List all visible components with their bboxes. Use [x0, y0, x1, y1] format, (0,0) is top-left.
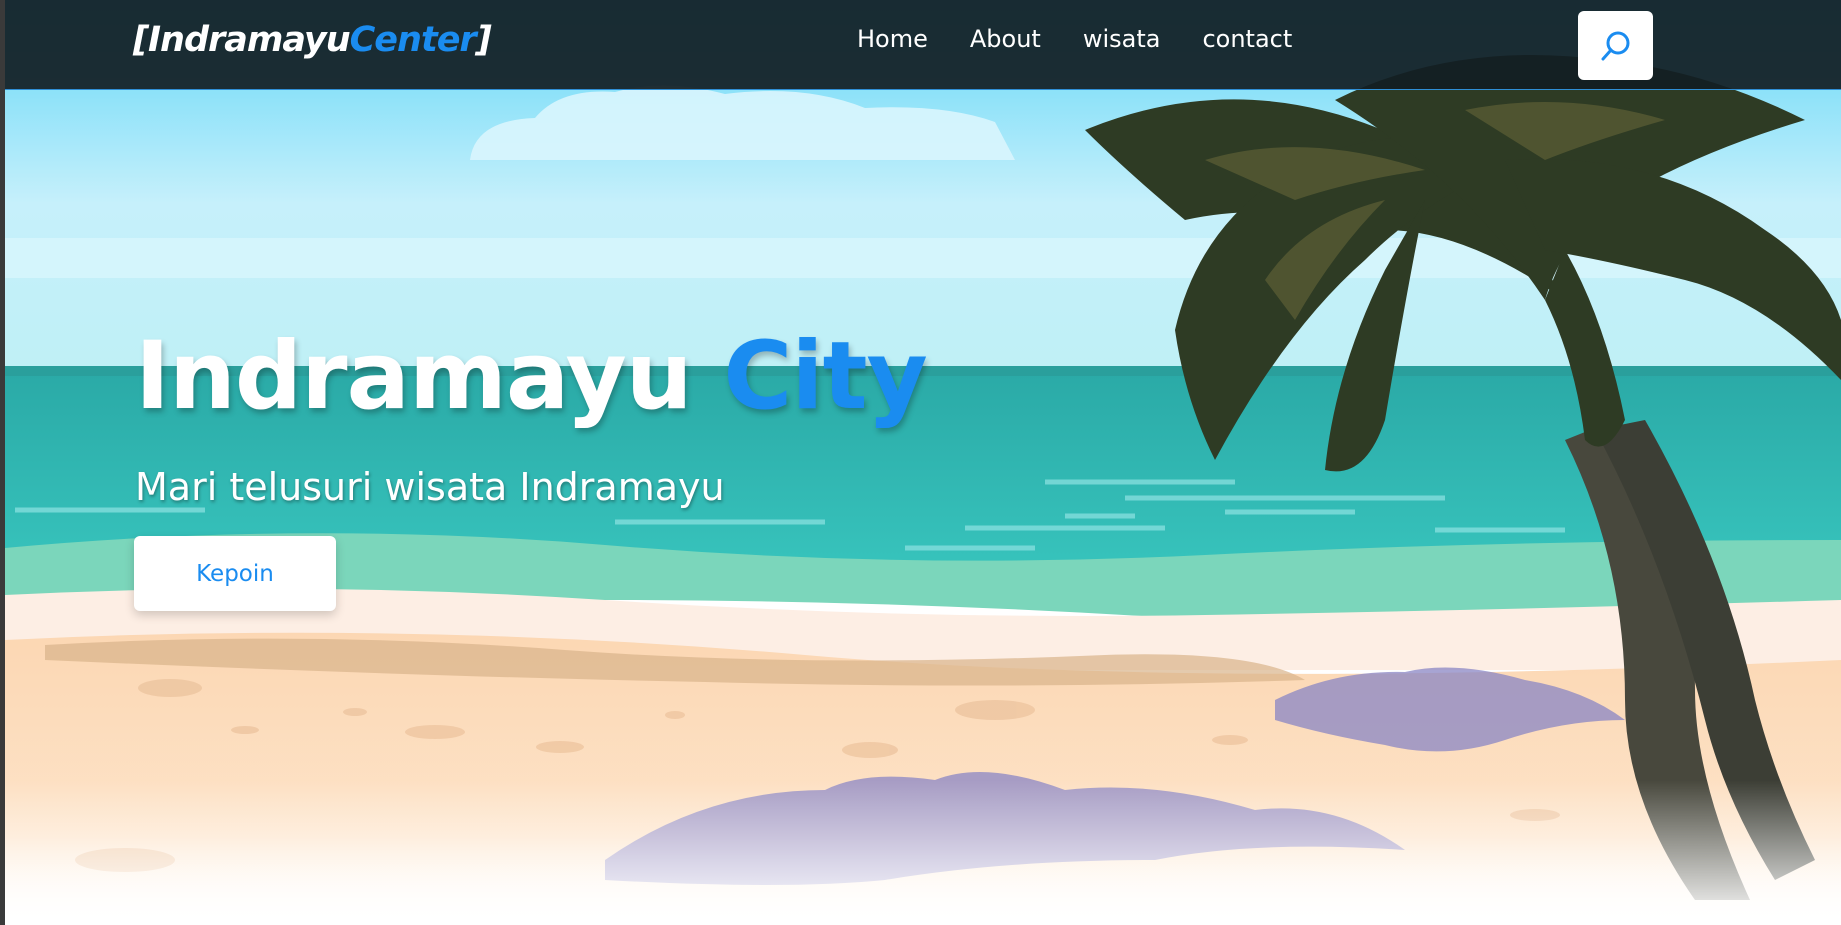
hero-title-accent: City — [723, 322, 927, 431]
nav-link-wisata[interactable]: wisata — [1083, 24, 1161, 64]
brand-open-bracket: [ — [133, 20, 149, 60]
hero-subtitle: Mari telusuri wisata Indramayu — [135, 465, 725, 509]
brand-main: Indramayu — [148, 20, 351, 60]
search-icon — [1601, 31, 1629, 60]
search-button[interactable] — [1578, 11, 1653, 80]
brand-logo[interactable]: [IndramayuCenter] — [133, 20, 492, 60]
page: [IndramayuCenter] Home About wisata cont… — [5, 0, 1841, 925]
brand-accent: Center — [349, 20, 477, 60]
brand-close-bracket: ] — [475, 20, 492, 60]
hero-title-main: Indramayu — [135, 322, 693, 431]
hero-title: Indramayu City — [135, 322, 928, 432]
nav-links: Home About wisata contact — [857, 24, 1334, 64]
nav-link-contact[interactable]: contact — [1202, 24, 1292, 64]
kepoin-button[interactable]: Kepoin — [134, 536, 336, 611]
nav-link-about[interactable]: About — [970, 24, 1041, 64]
navbar: [IndramayuCenter] Home About wisata cont… — [5, 0, 1841, 90]
nav-link-home[interactable]: Home — [857, 24, 928, 64]
